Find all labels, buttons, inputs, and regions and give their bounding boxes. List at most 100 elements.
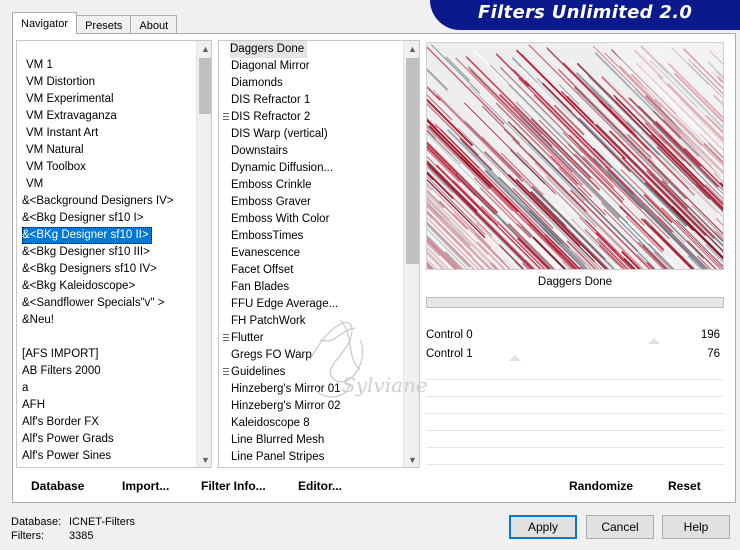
filter-item[interactable]: Downstairs bbox=[231, 143, 401, 160]
folder-marker-icon bbox=[223, 113, 229, 122]
control-label: Control 1 bbox=[426, 348, 473, 360]
category-scrollbar[interactable]: ▲ ▼ bbox=[196, 41, 211, 467]
filter-item[interactable]: Guidelines bbox=[223, 364, 401, 381]
filter-item[interactable]: Kaleidoscope 8 bbox=[231, 415, 401, 432]
filter-item[interactable]: Dynamic Diffusion... bbox=[231, 160, 401, 177]
filter-item[interactable]: Hinzeberg's Mirror 02 bbox=[231, 398, 401, 415]
control-row[interactable]: Control 0 196 bbox=[426, 327, 724, 344]
filter-item[interactable]: Gregs FO Warp bbox=[231, 347, 401, 364]
category-item[interactable]: a bbox=[22, 380, 197, 397]
slider-marker-icon[interactable] bbox=[509, 355, 521, 361]
category-item[interactable]: &<Sandflower Specials"v" > bbox=[22, 295, 197, 312]
filter-scroll-thumb[interactable] bbox=[406, 58, 419, 264]
filter-item[interactable]: DIS Refractor 2 bbox=[223, 109, 401, 126]
filter-item[interactable]: Fan Blades bbox=[231, 279, 401, 296]
control-value: 76 bbox=[707, 348, 720, 360]
filter-item[interactable]: Daggers Done bbox=[230, 41, 308, 58]
filter-list[interactable]: Daggers Done Diagonal Mirror Diamonds DIS R… bbox=[218, 40, 420, 468]
category-item[interactable]: [AFS IMPORT] bbox=[22, 346, 197, 363]
filter-item-label: Emboss Crinkle bbox=[231, 179, 312, 191]
filter-item[interactable]: EmbossTimes bbox=[231, 228, 401, 245]
filter-item[interactable]: DIS Refractor 1 bbox=[231, 92, 401, 109]
filter-item[interactable]: Evanescence bbox=[231, 245, 401, 262]
category-item[interactable]: VM Distortion bbox=[22, 74, 197, 91]
filter-item[interactable]: Facet Offset bbox=[231, 262, 401, 279]
filter-item-label: Diamonds bbox=[231, 77, 283, 89]
filter-item-label: Facet Offset bbox=[231, 264, 294, 276]
filter-item[interactable]: Flutter bbox=[223, 330, 401, 347]
help-button[interactable]: Help bbox=[662, 515, 730, 539]
category-list[interactable]: VM 1 VM Distortion VM Experimental VM Extra… bbox=[16, 40, 212, 468]
filter-item[interactable]: DIS Warp (vertical) bbox=[231, 126, 401, 143]
category-item[interactable]: Alf's Power Grads bbox=[22, 431, 197, 448]
slider-marker-icon[interactable] bbox=[648, 338, 660, 344]
filter-item[interactable]: FFU Edge Average... bbox=[231, 296, 401, 313]
randomize-button[interactable]: Randomize bbox=[569, 479, 633, 493]
category-item[interactable]: VM Natural bbox=[22, 142, 197, 159]
controls-panel: Control 0 196 Control 1 76 bbox=[426, 327, 724, 467]
filter-item[interactable]: Emboss Graver bbox=[231, 194, 401, 211]
category-item[interactable]: AB Filters 2000 bbox=[22, 363, 197, 380]
category-item[interactable]: Alf's Power Sines bbox=[22, 448, 197, 465]
folder-marker-icon bbox=[223, 334, 229, 343]
category-item[interactable]: &<Bkg Designer sf10 I> bbox=[22, 210, 197, 227]
filter-item-label: Downstairs bbox=[231, 145, 288, 157]
scroll-up-icon[interactable]: ▲ bbox=[404, 41, 419, 58]
category-item[interactable]: VM Experimental bbox=[22, 91, 197, 108]
control-row[interactable]: Control 1 76 bbox=[426, 346, 724, 363]
filter-item-label: Hinzeberg's Mirror 01 bbox=[231, 383, 341, 395]
filter-item-label: Emboss With Color bbox=[231, 213, 330, 225]
editor-button[interactable]: Editor... bbox=[298, 479, 342, 493]
filter-info-button[interactable]: Filter Info... bbox=[201, 479, 266, 493]
filter-item[interactable]: Line Blurred Mesh bbox=[231, 432, 401, 449]
filter-scrollbar[interactable]: ▲ ▼ bbox=[403, 41, 419, 467]
category-item[interactable]: VM 1 bbox=[22, 57, 197, 74]
control-value: 196 bbox=[700, 329, 720, 341]
tab-navigator[interactable]: Navigator bbox=[12, 12, 78, 34]
tab-about[interactable]: About bbox=[130, 15, 178, 34]
category-item[interactable]: AFH bbox=[22, 397, 197, 414]
filter-item[interactable]: Line Panel Stripes bbox=[231, 449, 401, 466]
filter-item[interactable]: Emboss With Color bbox=[231, 211, 401, 228]
progress-bar bbox=[426, 297, 724, 308]
category-item[interactable]: VM Toolbox bbox=[22, 159, 197, 176]
scroll-up-icon[interactable]: ▲ bbox=[197, 41, 211, 58]
filter-item-label: Daggers Done bbox=[230, 43, 305, 55]
tab-presets[interactable]: Presets bbox=[76, 15, 132, 34]
filter-item[interactable]: Emboss Crinkle bbox=[231, 177, 401, 194]
category-item[interactable]: &Neu! bbox=[22, 312, 197, 329]
category-item[interactable]: &<Bkg Designers sf10 IV> bbox=[22, 261, 197, 278]
category-item[interactable]: Alf's Border FX bbox=[22, 414, 197, 431]
reset-button[interactable]: Reset bbox=[668, 479, 701, 493]
filter-item-label: DIS Refractor 2 bbox=[231, 111, 311, 123]
filter-item[interactable]: Hinzeberg's Mirror 01 bbox=[231, 381, 401, 398]
filter-item[interactable]: Diamonds bbox=[231, 75, 401, 92]
filter-item[interactable]: Line Silverlight bbox=[231, 466, 401, 467]
cancel-button[interactable]: Cancel bbox=[586, 515, 654, 539]
category-item[interactable]: &<BKg Designer sf10 II> bbox=[22, 227, 152, 244]
category-item[interactable]: Alf's Power Toys bbox=[22, 465, 197, 467]
database-button[interactable]: Database bbox=[31, 479, 84, 493]
category-item[interactable]: VM Extravaganza bbox=[22, 108, 197, 125]
filter-item-label: DIS Refractor 1 bbox=[231, 94, 311, 106]
filter-item-label: Emboss Graver bbox=[231, 196, 311, 208]
filter-item-label: Hinzeberg's Mirror 02 bbox=[231, 400, 341, 412]
scroll-down-icon[interactable]: ▼ bbox=[404, 452, 419, 467]
filter-item[interactable]: FH PatchWork bbox=[231, 313, 401, 330]
folder-marker-icon bbox=[223, 368, 229, 377]
database-value: ICNET-Filters bbox=[69, 516, 135, 528]
banner-title: Filters Unlimited 2.0 bbox=[478, 2, 693, 23]
category-item[interactable]: &<Bkg Designer sf10 III> bbox=[22, 244, 197, 261]
category-item[interactable]: VM bbox=[22, 176, 197, 193]
category-item[interactable] bbox=[22, 329, 197, 346]
category-scroll-thumb[interactable] bbox=[199, 58, 211, 114]
category-item[interactable]: &<Background Designers IV> bbox=[22, 193, 197, 210]
category-item[interactable]: VM Instant Art bbox=[22, 125, 197, 142]
import-button[interactable]: Import... bbox=[122, 479, 169, 493]
apply-button[interactable]: Apply bbox=[509, 515, 577, 539]
filter-item[interactable]: Diagonal Mirror bbox=[231, 58, 401, 75]
filter-item-label: FFU Edge Average... bbox=[231, 298, 339, 310]
scroll-down-icon[interactable]: ▼ bbox=[197, 452, 211, 467]
category-item[interactable]: &<Bkg Kaleidoscope> bbox=[22, 278, 197, 295]
empty-control-slots bbox=[426, 363, 724, 465]
